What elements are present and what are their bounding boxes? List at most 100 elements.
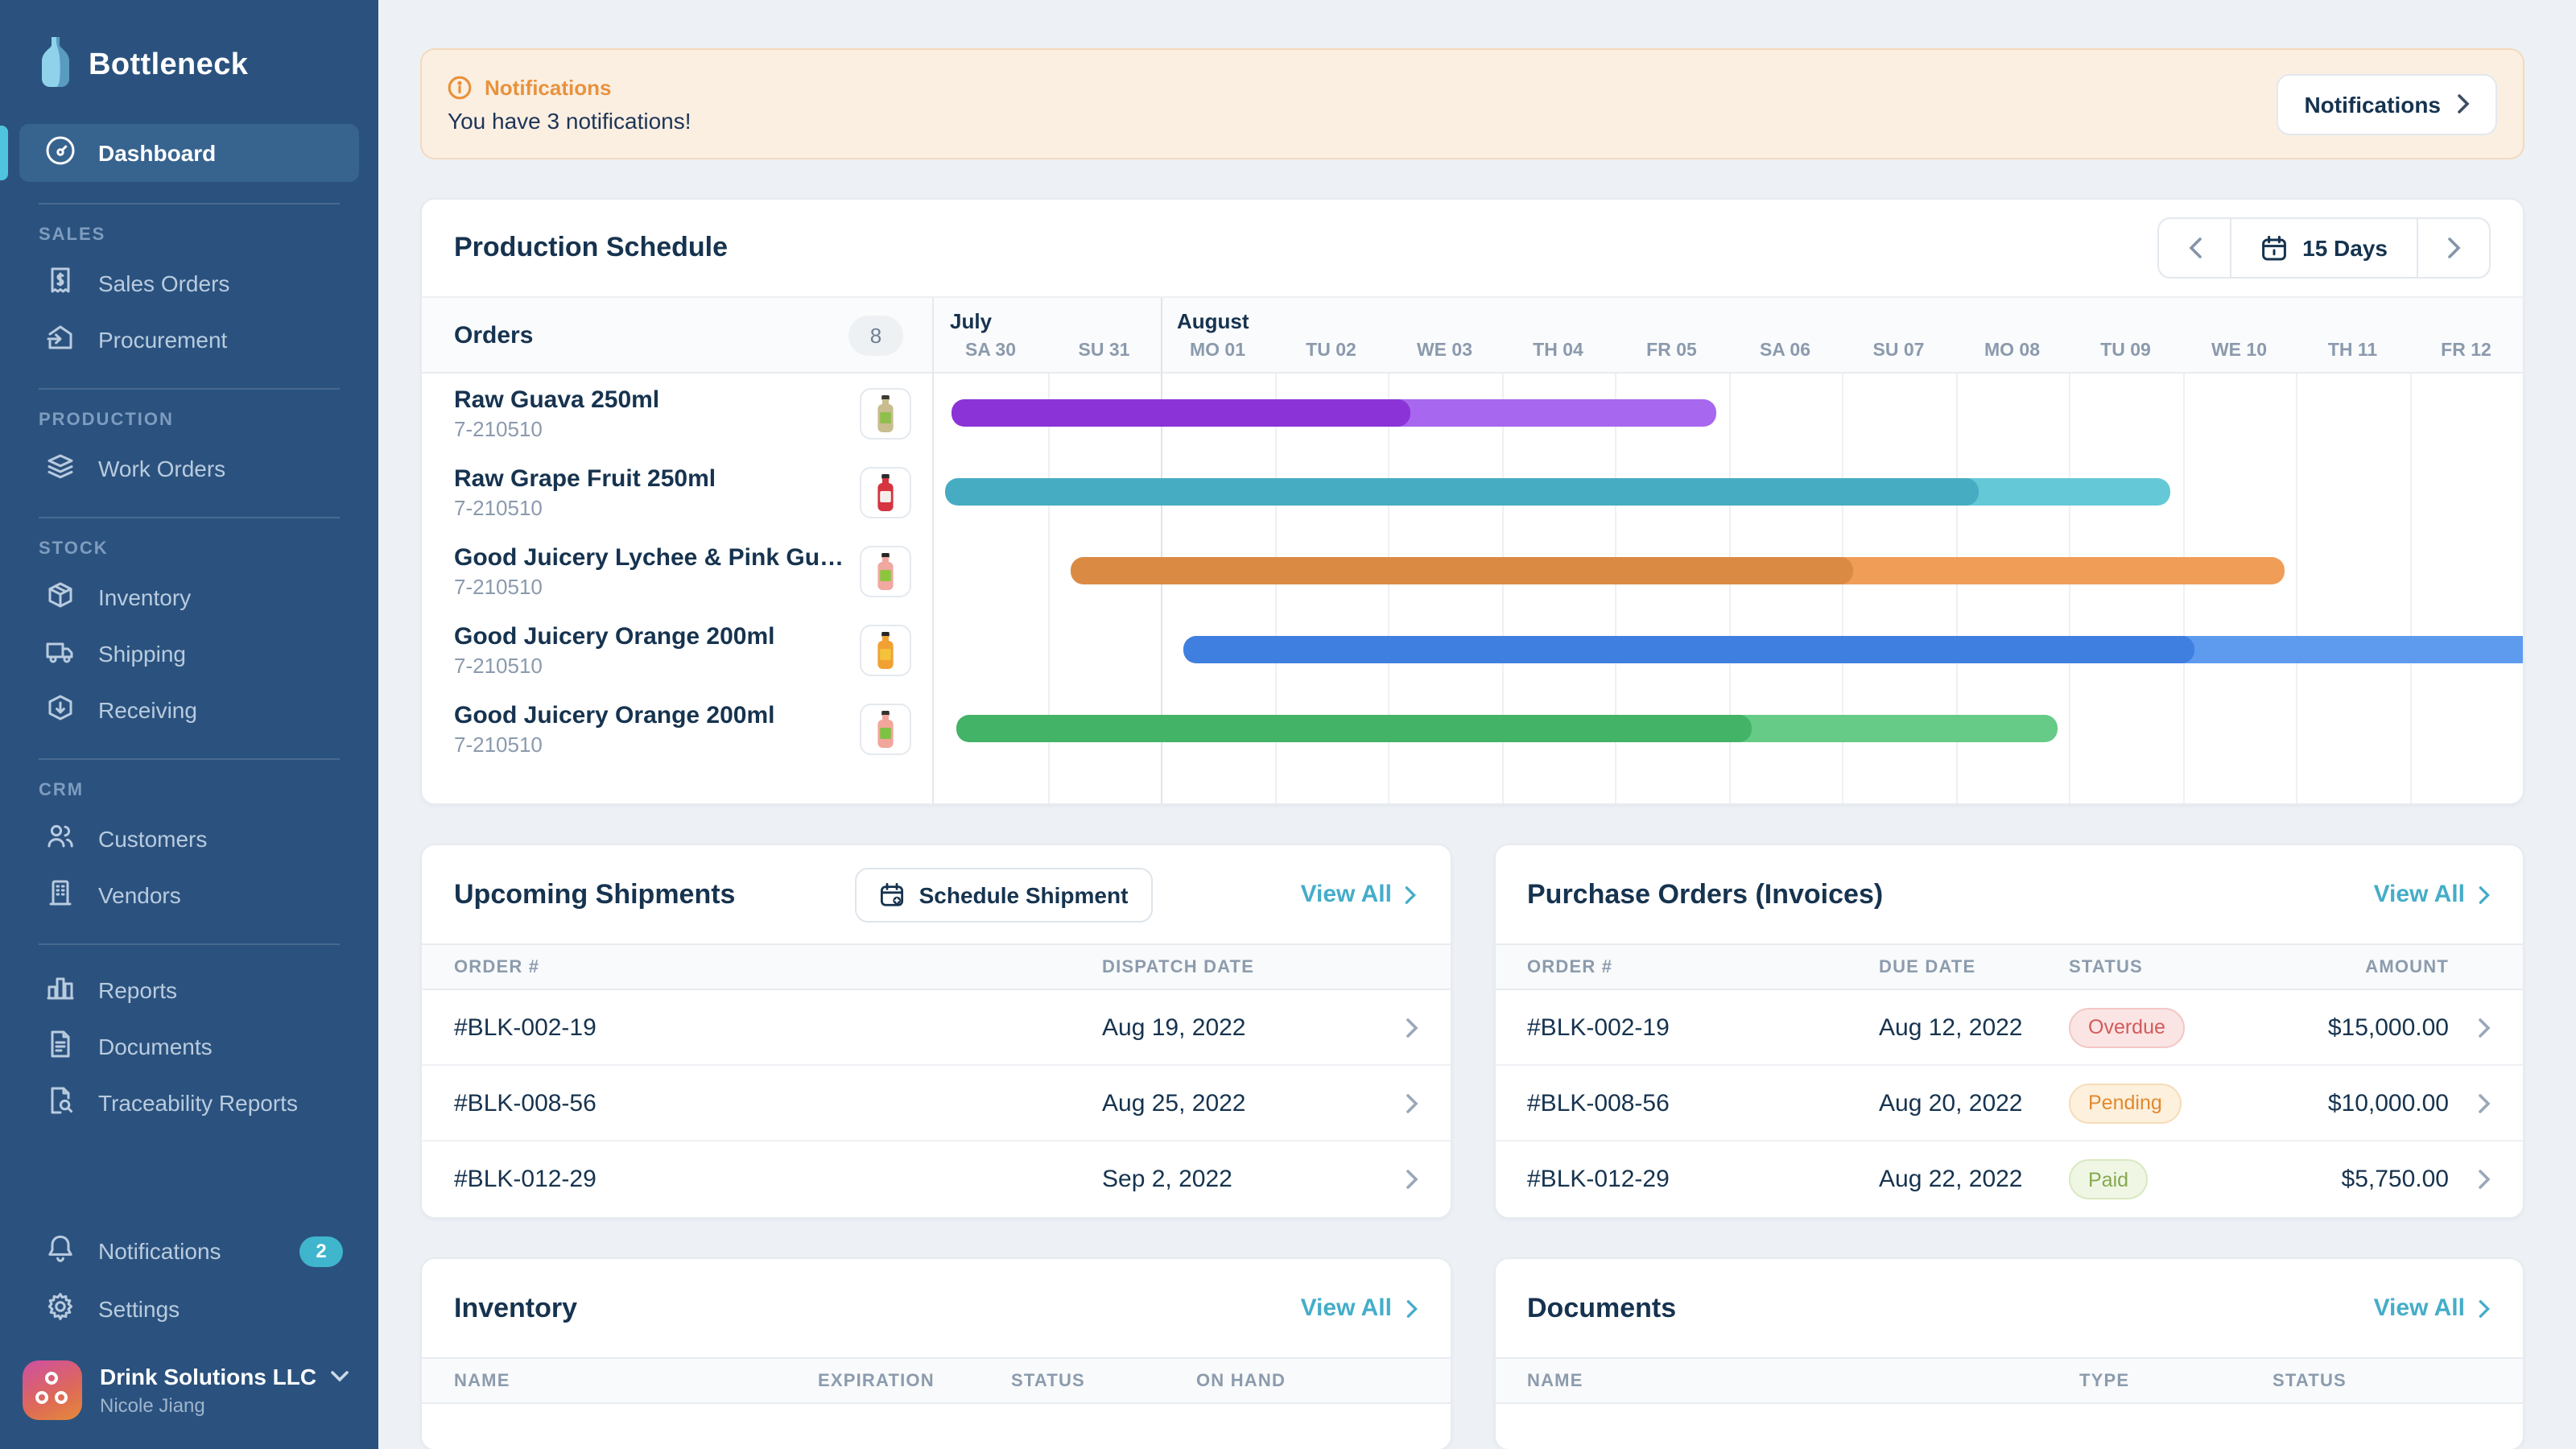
range-next-button[interactable]	[2418, 219, 2489, 277]
order-row[interactable]: Good Juicery Lychee & Pink Guava...7-210…	[422, 531, 932, 610]
shipments-view-all-link[interactable]: View All	[1301, 881, 1418, 908]
purchase-order-row[interactable]: #BLK-012-29Aug 22, 2022Paid$5,750.00	[1495, 1141, 2523, 1217]
sidebar-item-sales-orders[interactable]: Sales Orders	[0, 254, 378, 311]
sidebar-item-traceability-reports[interactable]: Traceability Reports	[0, 1074, 378, 1130]
sidebar-item-inventory[interactable]: Inventory	[0, 568, 378, 625]
production-schedule-card: Production Schedule 15 Days	[420, 198, 2524, 805]
gantt-bar-progress	[945, 478, 1978, 506]
sidebar-item-settings[interactable]: Settings	[0, 1280, 378, 1338]
shipment-dispatch-date: Sep 2, 2022	[1102, 1166, 1376, 1193]
notifications-button[interactable]: Notifications	[2277, 73, 2497, 134]
sidebar-item-label: Customers	[98, 825, 207, 851]
shipment-row[interactable]: #BLK-008-56Aug 25, 2022	[422, 1066, 1450, 1141]
row-chevron[interactable]	[2449, 1017, 2491, 1038]
row-chevron[interactable]	[1376, 1092, 1418, 1113]
shipments-title: Upcoming Shipments	[454, 878, 735, 910]
sidebar-divider	[39, 517, 340, 518]
shipment-dispatch-date: Aug 25, 2022	[1102, 1089, 1376, 1117]
order-name: Raw Guava 250ml	[454, 386, 659, 413]
upcoming-shipments-card: Upcoming Shipments Schedule Shipment Vie…	[420, 844, 1451, 1219]
purchase-orders-card: Purchase Orders (Invoices) View All ORDE…	[1493, 844, 2524, 1219]
po-amount: $15,000.00	[2249, 1013, 2449, 1041]
sidebar-item-reports[interactable]: Reports	[0, 961, 378, 1018]
shipment-row[interactable]: #BLK-002-19Aug 19, 2022	[422, 990, 1450, 1066]
order-row[interactable]: Raw Guava 250ml 7-210510	[422, 374, 932, 452]
gantt-day-label: MO 08	[1955, 341, 2069, 361]
bottle-icon	[876, 551, 895, 590]
gantt-gridline	[2069, 374, 2070, 803]
account-switcher[interactable]: Drink Solutions LLC Nicole Jiang	[0, 1338, 378, 1420]
documents-view-all-link[interactable]: View All	[2374, 1294, 2491, 1322]
inventory-card: Inventory View All NAMEEXPIRATIONSTATUSO…	[420, 1257, 1451, 1449]
building-icon	[45, 877, 76, 912]
chevron-right-icon	[2446, 237, 2461, 259]
sidebar-item-notifications[interactable]: Notifications 2	[0, 1222, 378, 1280]
gantt-bar[interactable]	[956, 715, 2058, 742]
sidebar-item-shipping[interactable]: Shipping	[0, 625, 378, 681]
po-order-number: #BLK-008-56	[1527, 1089, 1879, 1117]
order-code: 7-210510	[454, 416, 659, 440]
order-row[interactable]: Good Juicery Orange 200ml7-210510	[422, 610, 932, 689]
row-chevron[interactable]	[1376, 1017, 1418, 1038]
gantt-day-label: FR 05	[1615, 341, 1728, 361]
purchase-orders-view-all-link[interactable]: View All	[2374, 881, 2491, 908]
product-thumbnail	[860, 624, 911, 675]
schedule-title: Production Schedule	[454, 232, 728, 264]
row-chevron[interactable]	[2449, 1169, 2491, 1190]
documents-card: Documents View All NAMETYPESTATUS	[1493, 1257, 2524, 1449]
app-title: Bottleneck	[89, 47, 248, 83]
chevron-right-icon	[1405, 1298, 1418, 1318]
gantt-bar[interactable]	[1183, 636, 2523, 663]
company-avatar	[23, 1360, 82, 1420]
sidebar-item-dashboard[interactable]: Dashboard	[19, 124, 359, 182]
sidebar-item-procurement[interactable]: Procurement	[0, 311, 378, 367]
gantt-bar[interactable]	[1070, 557, 2285, 584]
gantt-gridline	[2409, 374, 2411, 803]
range-selector-button[interactable]: 15 Days	[2230, 219, 2418, 277]
sidebar-item-vendors[interactable]: Vendors	[0, 866, 378, 923]
sidebar-item-customers[interactable]: Customers	[0, 810, 378, 866]
purchase-order-row[interactable]: #BLK-002-19Aug 12, 2022Overdue$15,000.00	[1495, 990, 2523, 1066]
sidebar-divider	[39, 943, 340, 945]
order-code: 7-210510	[454, 574, 848, 598]
app-logo: Bottleneck	[0, 0, 378, 95]
status-badge: Paid	[2069, 1159, 2148, 1199]
row-chevron[interactable]	[1376, 1169, 1418, 1190]
col-status: STATUS	[2069, 957, 2249, 976]
chevron-right-icon	[2478, 1298, 2491, 1318]
sidebar-item-label: Reports	[98, 976, 177, 1002]
bottle-logo-icon	[39, 35, 72, 95]
layers-icon	[45, 450, 76, 485]
order-info: Raw Grape Fruit 250ml7-210510	[454, 464, 716, 519]
gantt-day-label: SA 06	[1728, 341, 1842, 361]
purchase-order-row[interactable]: #BLK-008-56Aug 20, 2022Pending$10,000.00	[1495, 1066, 2523, 1141]
document-icon	[45, 1028, 76, 1063]
sidebar-item-work-orders[interactable]: Work Orders	[0, 440, 378, 496]
gantt-day-label: SA 30	[934, 341, 1047, 361]
procurement-icon	[45, 321, 76, 357]
gantt-day-label: WE 10	[2182, 341, 2296, 361]
chevron-down-icon	[329, 1370, 349, 1383]
schedule-shipment-button[interactable]: Schedule Shipment	[855, 867, 1153, 922]
chevron-right-icon	[2478, 885, 2491, 904]
gantt-bar[interactable]	[951, 399, 1717, 427]
notifications-count-badge: 2	[299, 1236, 343, 1266]
sidebar-item-receiving[interactable]: Receiving	[0, 681, 378, 737]
row-chevron[interactable]	[2449, 1092, 2491, 1113]
shipment-row[interactable]: #BLK-012-29Sep 2, 2022	[422, 1141, 1450, 1217]
po-amount: $5,750.00	[2249, 1166, 2449, 1193]
order-row[interactable]: Good Juicery Orange 200ml7-210510	[422, 689, 932, 768]
inventory-view-all-link[interactable]: View All	[1301, 1294, 1418, 1322]
sidebar-divider	[39, 758, 340, 760]
bottle-icon	[876, 630, 895, 669]
sidebar-item-documents[interactable]: Documents	[0, 1018, 378, 1074]
chevron-right-icon	[1405, 1017, 1418, 1038]
range-prev-button[interactable]	[2159, 219, 2230, 277]
gantt-bar[interactable]	[945, 478, 2171, 506]
order-row[interactable]: Raw Grape Fruit 250ml7-210510	[422, 452, 932, 531]
chevron-right-icon	[2478, 1092, 2491, 1113]
user-name: Nicole Jiang	[100, 1394, 349, 1417]
gantt-bar-progress	[1183, 636, 2194, 663]
app-window: Bottleneck Dashboard SALESSales OrdersPr…	[0, 0, 2576, 1449]
sidebar: Bottleneck Dashboard SALESSales OrdersPr…	[0, 0, 378, 1449]
